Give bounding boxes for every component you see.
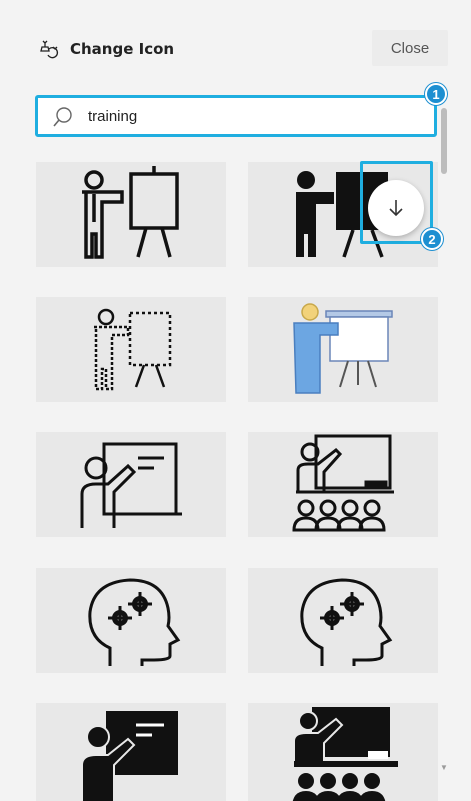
classroom-filled-icon [292,707,398,801]
search-field[interactable]: training [35,95,437,137]
search-input[interactable]: training [88,108,137,125]
step-badge-2: 2 [421,228,443,250]
change-icon-icon [40,40,58,59]
scroll-thumb[interactable] [441,108,447,174]
results-scrollbar[interactable]: ▼ [440,108,448,792]
close-button[interactable]: Close [372,30,448,66]
panel-title: Change Icon [70,40,175,58]
arrow-down-icon [389,200,403,217]
icon-result-head-gears-outline[interactable] [248,568,438,673]
change-icon-panel: Change Icon Close training 1 ▼ 2 [0,0,471,801]
icon-result-classroom-filled[interactable] [248,703,438,801]
presenter-board-dotted-icon [94,308,172,391]
presenter-easel-outline-icon [82,166,179,259]
icon-result-presenter-board-dotted[interactable] [36,297,226,402]
panel-header: Change Icon Close [34,30,448,70]
teacher-board-outline-icon [80,442,182,528]
icon-result-presenter-easel-outline[interactable] [36,162,226,267]
icon-result-presenter-screen-color[interactable] [248,297,438,402]
teacher-board-filled-icon [81,711,178,801]
scroll-down-button[interactable] [368,180,424,236]
icon-result-classroom-teacher-students[interactable] [248,432,438,537]
scroll-down-arrow-icon[interactable]: ▼ [440,764,448,772]
teacher-board-students-icon [292,434,394,532]
step-badge-1: 1 [425,83,447,105]
presenter-screen-color-icon [293,303,393,394]
icon-result-teacher-board-filled[interactable] [36,703,226,801]
head-gears-outline-icon [300,578,393,666]
icon-result-head-gears[interactable] [36,568,226,673]
head-gears-icon [88,578,181,666]
icon-result-teacher-board-outline[interactable] [36,432,226,537]
search-icon [53,107,72,127]
